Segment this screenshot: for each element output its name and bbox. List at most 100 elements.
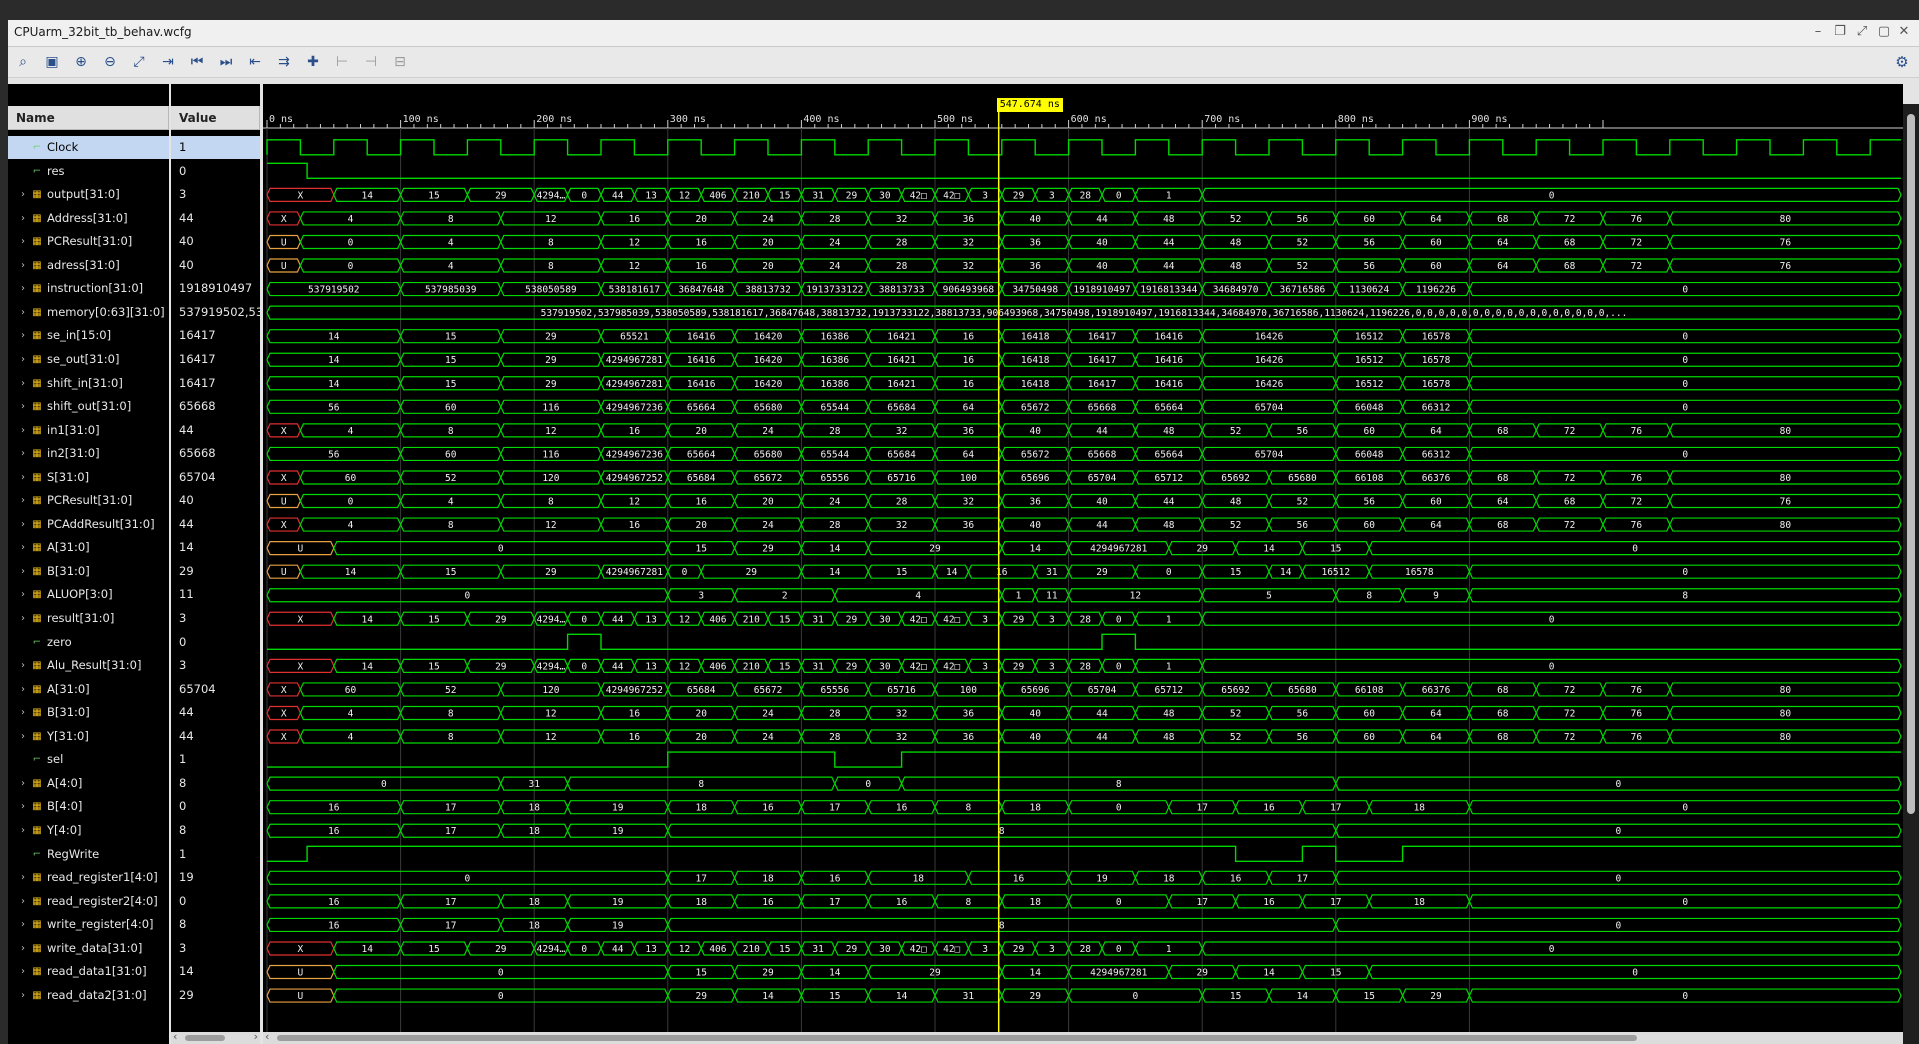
signal-row[interactable]: › ▦ Y[31:0] — [8, 725, 169, 748]
signal-row[interactable]: › ▦ read_register2[4:0] — [8, 890, 169, 913]
signal-row[interactable]: ⌐ RegWrite — [8, 843, 169, 866]
signal-row[interactable]: › ▦ Alu_Result[31:0] — [8, 654, 169, 677]
signal-row[interactable]: › ▦ read_data2[31:0] — [8, 984, 169, 1007]
expand-chevron-icon[interactable]: › — [18, 866, 28, 889]
zoom-in-icon[interactable]: ⊕ — [70, 51, 92, 73]
signal-row[interactable]: › ▦ B[31:0] — [8, 560, 169, 583]
signal-row[interactable]: › ▦ shift_in[31:0] — [8, 372, 169, 395]
signal-row[interactable]: › ▦ se_out[31:0] — [8, 348, 169, 371]
expand-chevron-icon[interactable]: › — [18, 442, 28, 465]
signal-row[interactable]: › ▦ instruction[31:0] — [8, 277, 169, 300]
expand-chevron-icon[interactable]: › — [18, 183, 28, 206]
signal-row[interactable]: › ▦ adress[31:0] — [8, 254, 169, 277]
expand-chevron-icon[interactable]: › — [18, 207, 28, 230]
expand-chevron-icon[interactable]: › — [18, 419, 28, 442]
signal-row[interactable]: › ▦ write_register[4:0] — [8, 913, 169, 936]
go-to-end-icon[interactable]: ⏭ — [215, 51, 237, 73]
expand-chevron-icon[interactable]: › — [18, 795, 28, 818]
signal-row[interactable]: ⌐ res — [8, 160, 169, 183]
expand-chevron-icon[interactable]: › — [18, 725, 28, 748]
expand-chevron-icon[interactable]: › — [18, 489, 28, 512]
expand-chevron-icon[interactable]: › — [18, 466, 28, 489]
signal-row[interactable]: › ▦ A[4:0] — [8, 772, 169, 795]
expand-chevron-icon[interactable]: › — [18, 348, 28, 371]
signal-row[interactable]: › ▦ in2[31:0] — [8, 442, 169, 465]
signal-row[interactable]: › ▦ A[31:0] — [8, 536, 169, 559]
signal-row[interactable]: › ▦ B[31:0] — [8, 701, 169, 724]
value-column-header[interactable]: Value — [171, 106, 260, 130]
signal-row[interactable]: › ▦ read_register1[4:0] — [8, 866, 169, 889]
signal-row[interactable]: › ▦ A[31:0] — [8, 678, 169, 701]
wave-scroll-thumb[interactable] — [277, 1035, 1637, 1041]
zoom-fit-icon[interactable]: ⤢ — [128, 51, 150, 73]
value-horizontal-scrollbar[interactable]: ‹ › — [171, 1030, 260, 1044]
expand-chevron-icon[interactable]: › — [18, 254, 28, 277]
signal-row[interactable]: › ▦ result[31:0] — [8, 607, 169, 630]
expand-chevron-icon[interactable]: › — [18, 607, 28, 630]
signal-row[interactable]: › ▦ ALUOP[3:0] — [8, 583, 169, 606]
signal-row[interactable]: › ▦ in1[31:0] — [8, 419, 169, 442]
signal-row[interactable]: › ▦ PCResult[31:0] — [8, 489, 169, 512]
expand-chevron-icon[interactable]: › — [18, 513, 28, 536]
wave-scroll-left-icon[interactable]: ‹ — [265, 1030, 269, 1043]
expand-chevron-icon[interactable]: › — [18, 560, 28, 583]
previous-transition-icon[interactable]: ⇤ — [244, 51, 266, 73]
next-transition-icon[interactable]: ⇉ — [273, 51, 295, 73]
float-icon[interactable]: ▢ — [1875, 23, 1893, 41]
expand-chevron-icon[interactable]: › — [18, 937, 28, 960]
go-to-cursor-icon[interactable]: ⇥ — [157, 51, 179, 73]
expand-chevron-icon[interactable]: › — [18, 230, 28, 253]
expand-chevron-icon[interactable]: › — [18, 301, 28, 324]
expand-chevron-icon[interactable]: › — [18, 772, 28, 795]
signal-row[interactable]: › ▦ S[31:0] — [8, 466, 169, 489]
maximize-icon[interactable]: ⤢ — [1853, 23, 1871, 41]
search-icon[interactable]: ⌕ — [12, 51, 34, 73]
scroll-left-icon[interactable]: ‹ — [173, 1030, 177, 1043]
expand-chevron-icon[interactable]: › — [18, 277, 28, 300]
signal-row[interactable]: › ▦ shift_out[31:0] — [8, 395, 169, 418]
add-marker-icon[interactable]: ✚ — [302, 51, 324, 73]
signal-row[interactable]: › ▦ PCAddResult[31:0] — [8, 513, 169, 536]
wave-horizontal-scrollbar[interactable]: ‹ — [263, 1030, 1903, 1044]
value-scroll-thumb[interactable] — [185, 1035, 225, 1041]
signal-row[interactable]: › ▦ PCResult[31:0] — [8, 230, 169, 253]
name-column-header[interactable]: Name — [8, 106, 169, 130]
signal-row[interactable]: › ▦ Y[4:0] — [8, 819, 169, 842]
signal-row[interactable]: › ▦ write_data[31:0] — [8, 937, 169, 960]
signal-row[interactable]: ⌐ zero — [8, 631, 169, 654]
expand-chevron-icon[interactable]: › — [18, 372, 28, 395]
expand-chevron-icon[interactable]: › — [18, 701, 28, 724]
signal-row[interactable]: ⌐ Clock — [8, 136, 169, 159]
expand-chevron-icon[interactable]: › — [18, 536, 28, 559]
signal-row[interactable]: › ▦ read_data1[31:0] — [8, 960, 169, 983]
waveform-graphic[interactable]: 0 ns 100 ns 200 ns 300 ns 400 ns 500 ns 600 ns… — [263, 84, 1903, 1044]
expand-chevron-icon[interactable]: › — [18, 819, 28, 842]
gear-icon[interactable]: ⚙ — [1891, 51, 1913, 73]
save-icon[interactable]: ▣ — [41, 51, 63, 73]
expand-chevron-icon[interactable]: › — [18, 583, 28, 606]
expand-chevron-icon[interactable]: › — [18, 984, 28, 1007]
expand-chevron-icon[interactable]: › — [18, 890, 28, 913]
zoom-out-icon[interactable]: ⊖ — [99, 51, 121, 73]
signal-row[interactable]: › ▦ memory[0:63][31:0] — [8, 301, 169, 324]
signal-row[interactable]: › ▦ output[31:0] — [8, 183, 169, 206]
expand-chevron-icon[interactable]: › — [18, 678, 28, 701]
signal-row[interactable]: › ▦ Address[31:0] — [8, 207, 169, 230]
go-to-start-icon[interactable]: ⏮ — [186, 51, 208, 73]
signal-row[interactable]: › ▦ se_in[15:0] — [8, 324, 169, 347]
waveform-canvas[interactable]: 0 ns 100 ns 200 ns 300 ns 400 ns 500 ns 600 ns… — [263, 84, 1903, 1044]
signal-row[interactable]: › ▦ B[4:0] — [8, 795, 169, 818]
expand-chevron-icon[interactable]: › — [18, 324, 28, 347]
restore-icon[interactable]: ❐ — [1831, 23, 1849, 41]
close-icon[interactable]: ✕ — [1895, 23, 1913, 41]
expand-chevron-icon[interactable]: › — [18, 913, 28, 936]
expand-chevron-icon[interactable]: › — [18, 654, 28, 677]
cursor-time-label[interactable]: 547.674 ns — [996, 98, 1063, 112]
expand-chevron-icon[interactable]: › — [18, 395, 28, 418]
vertical-scrollbar[interactable] — [1903, 104, 1919, 1044]
minimize-icon[interactable]: – — [1809, 23, 1827, 41]
expand-chevron-icon[interactable]: › — [18, 960, 28, 983]
signal-row[interactable]: ⌐ sel — [8, 748, 169, 771]
vertical-scroll-thumb[interactable] — [1907, 114, 1915, 814]
scroll-right-icon[interactable]: › — [254, 1030, 258, 1043]
